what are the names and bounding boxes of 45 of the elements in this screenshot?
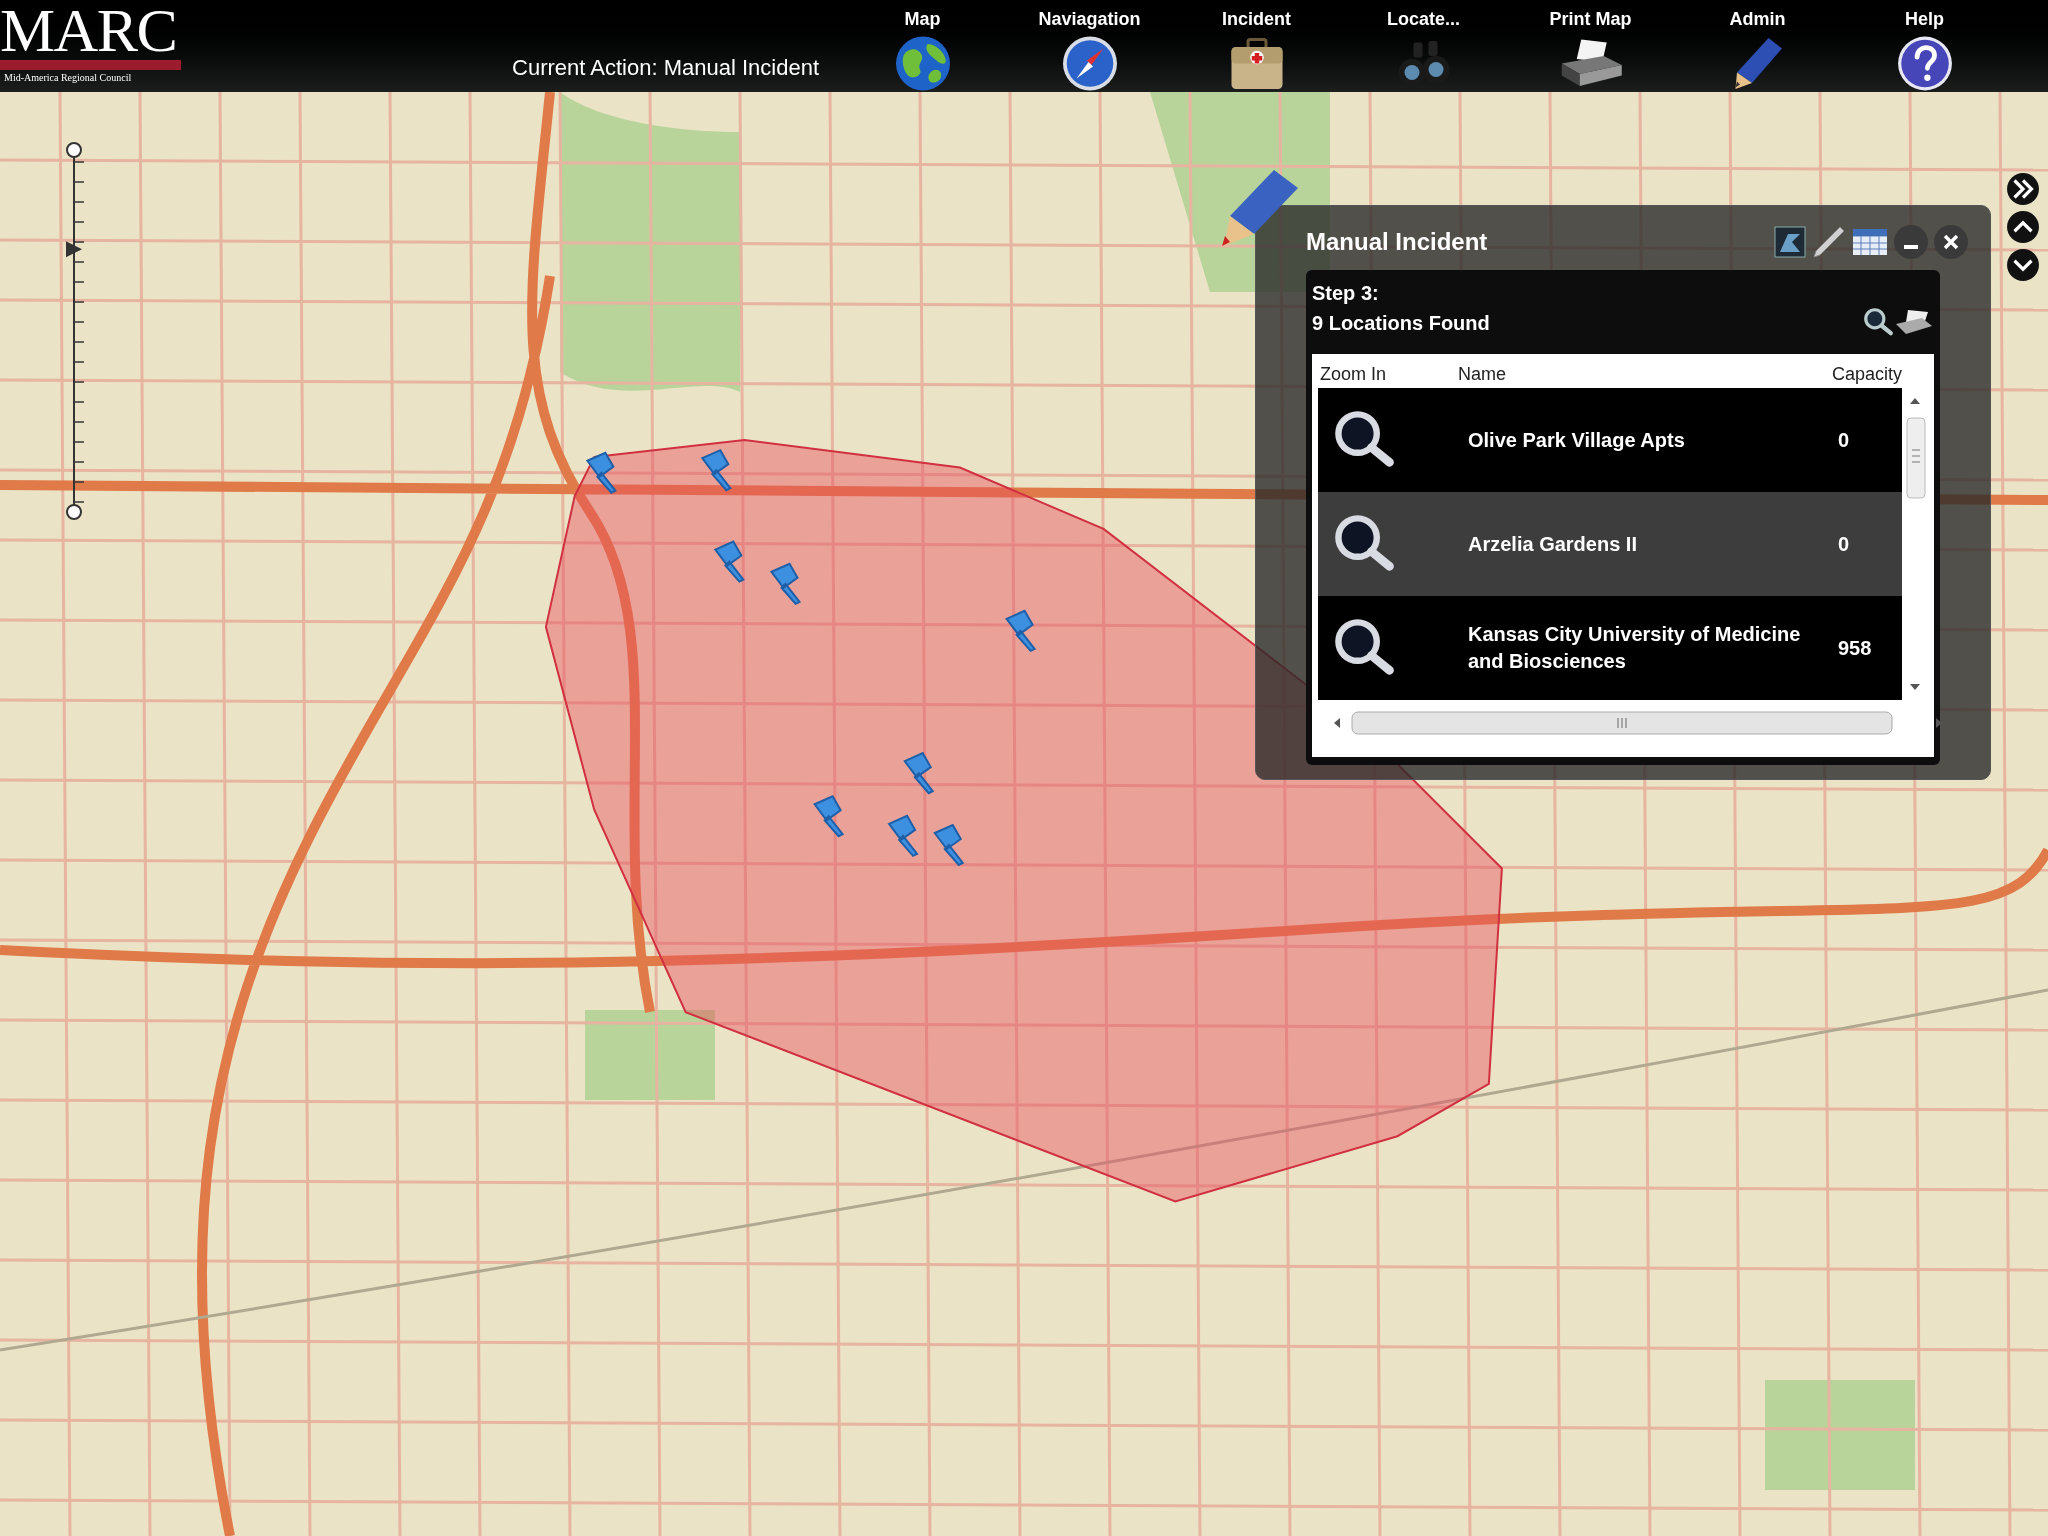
location-name: Kansas City University of Medicine and Biosciences — [1468, 622, 1802, 674]
toolbar-button[interactable]: Admin — [1674, 0, 1841, 92]
map-control-icon[interactable] — [2006, 210, 2040, 244]
close-button[interactable] — [1934, 225, 1968, 259]
toolbar-button[interactable]: Naviagation — [1006, 0, 1173, 92]
capacity-value: 0 — [1837, 532, 1851, 557]
pencil-icon[interactable] — [1812, 225, 1846, 259]
locations-found-text: 9 Locations Found — [1312, 311, 1491, 336]
toolbar-button[interactable]: Help — [1841, 0, 2008, 92]
shape-tool-icon[interactable] — [1774, 226, 1806, 258]
column-header: Zoom In — [1319, 362, 1388, 386]
result-row[interactable]: Arzelia Gardens II 0 — [1318, 492, 1902, 596]
pushpin-icon[interactable] — [700, 448, 732, 492]
pushpin-icon[interactable] — [1005, 609, 1037, 653]
minimize-icon — [1904, 245, 1918, 249]
map-control-icon[interactable] — [2006, 172, 2040, 206]
zoom-slider-thumb[interactable] — [66, 241, 82, 258]
column-header: Name — [1458, 362, 1507, 386]
map-control-icon[interactable] — [2006, 248, 2040, 282]
minimize-button[interactable] — [1894, 225, 1928, 259]
table-icon[interactable] — [1852, 228, 1888, 256]
pushpin-icon[interactable] — [813, 794, 845, 838]
pushpin-icon[interactable] — [585, 451, 617, 494]
logo-title: MARC — [0, 0, 178, 60]
current-action-text: Current Action: Manual Incident — [512, 54, 819, 82]
capacity-value: 958 — [1837, 636, 1873, 661]
result-row[interactable]: Olive Park Village Apts 0 — [1318, 388, 1902, 492]
panel-title: Manual Incident — [1306, 227, 1489, 257]
pushpin-icon[interactable] — [713, 540, 745, 583]
result-row[interactable]: Kansas City University of Medicine and Biosciences 958 — [1318, 596, 1902, 700]
step-label: Step 3: — [1312, 281, 1380, 306]
column-header: Capacity — [1831, 362, 1902, 386]
pushpin-icon[interactable] — [769, 562, 802, 605]
pushpin-icon[interactable] — [903, 751, 935, 795]
toolbar-button[interactable]: Locate... — [1340, 0, 1507, 92]
location-name: Arzelia Gardens II — [1468, 531, 1638, 557]
search-icon[interactable] — [1862, 306, 1894, 338]
pushpin-icon[interactable] — [933, 823, 965, 867]
toolbar-button[interactable]: Print Map — [1507, 0, 1674, 92]
toolbar-button[interactable]: Incident — [1173, 0, 1340, 92]
close-icon — [1943, 234, 1959, 250]
pushpin-icon[interactable] — [887, 814, 919, 858]
capacity-value: 0 — [1837, 428, 1851, 453]
toolbar-button[interactable]: Map — [839, 0, 1006, 92]
location-name: Olive Park Village Apts — [1468, 427, 1686, 453]
